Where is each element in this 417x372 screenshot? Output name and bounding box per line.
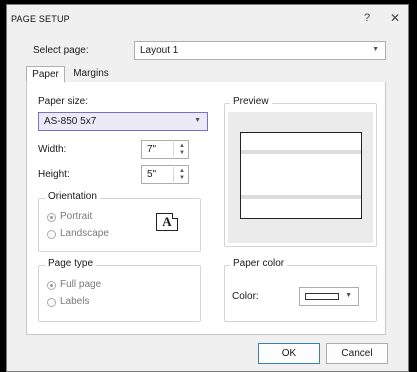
height-value: 5"	[147, 169, 157, 180]
page-type-group	[38, 265, 201, 322]
paper-size-dropdown[interactable]: AS-850 5x7 ▼	[38, 112, 208, 131]
preview-margin-line	[241, 150, 361, 154]
full-page-radio[interactable]	[47, 281, 56, 290]
page-type-legend: Page type	[45, 258, 97, 269]
select-page-value: Layout 1	[140, 45, 179, 56]
width-label: Width:	[38, 144, 67, 155]
dialog-title: PAGE SETUP	[11, 14, 70, 24]
width-value: 7"	[147, 144, 157, 155]
spin-down-icon[interactable]: ▼	[179, 175, 185, 181]
orientation-preview-icon: A	[156, 213, 178, 231]
paper-color-picker[interactable]: ▼	[299, 287, 359, 306]
spin-up-icon[interactable]: ▲	[179, 168, 185, 174]
preview-area	[228, 112, 373, 243]
orientation-legend: Orientation	[45, 191, 100, 202]
screen-frame-right	[409, 0, 417, 372]
spinner-divider	[173, 167, 174, 182]
color-label: Color:	[232, 291, 259, 302]
portrait-radio[interactable]	[47, 213, 56, 222]
tab-paper[interactable]: Paper	[26, 66, 65, 83]
color-swatch	[305, 293, 339, 300]
height-label: Height:	[38, 169, 70, 180]
title-bar: PAGE SETUP ? ✕	[7, 5, 408, 31]
paper-color-legend: Paper color	[230, 258, 288, 269]
height-spinner[interactable]: 5" ▲ ▼	[141, 165, 189, 184]
page-setup-dialog: PAGE SETUP ? ✕ Select page: Layout 1 ▼ P…	[6, 4, 409, 372]
landscape-label: Landscape	[60, 228, 109, 239]
landscape-radio[interactable]	[47, 230, 56, 239]
preview-page	[240, 132, 362, 219]
portrait-label: Portrait	[60, 211, 93, 222]
spin-up-icon[interactable]: ▲	[179, 143, 185, 149]
spin-down-icon[interactable]: ▼	[179, 150, 185, 156]
labels-label: Labels	[60, 296, 90, 307]
chevron-down-icon: ▼	[194, 117, 201, 124]
spinner-divider	[173, 142, 174, 157]
labels-radio[interactable]	[47, 298, 56, 307]
close-icon[interactable]: ✕	[390, 11, 400, 25]
chevron-down-icon: ▼	[372, 46, 379, 53]
chevron-down-icon: ▼	[345, 292, 352, 299]
paper-size-value: AS-850 5x7	[44, 116, 97, 127]
paper-tab-panel: Paper size: AS-850 5x7 ▼ Width: 7" ▲ ▼ H…	[26, 82, 386, 335]
tab-margins[interactable]: Margins	[67, 66, 115, 83]
select-page-dropdown[interactable]: Layout 1 ▼	[134, 41, 386, 60]
full-page-label: Full page	[60, 279, 102, 290]
width-spinner[interactable]: 7" ▲ ▼	[141, 140, 189, 159]
cancel-button[interactable]: Cancel	[326, 343, 388, 364]
preview-margin-line	[241, 195, 361, 199]
preview-legend: Preview	[230, 96, 272, 107]
select-page-label: Select page:	[33, 45, 89, 56]
ok-button[interactable]: OK	[258, 343, 320, 364]
paper-size-label: Paper size:	[38, 96, 89, 107]
help-icon[interactable]: ?	[364, 12, 370, 24]
